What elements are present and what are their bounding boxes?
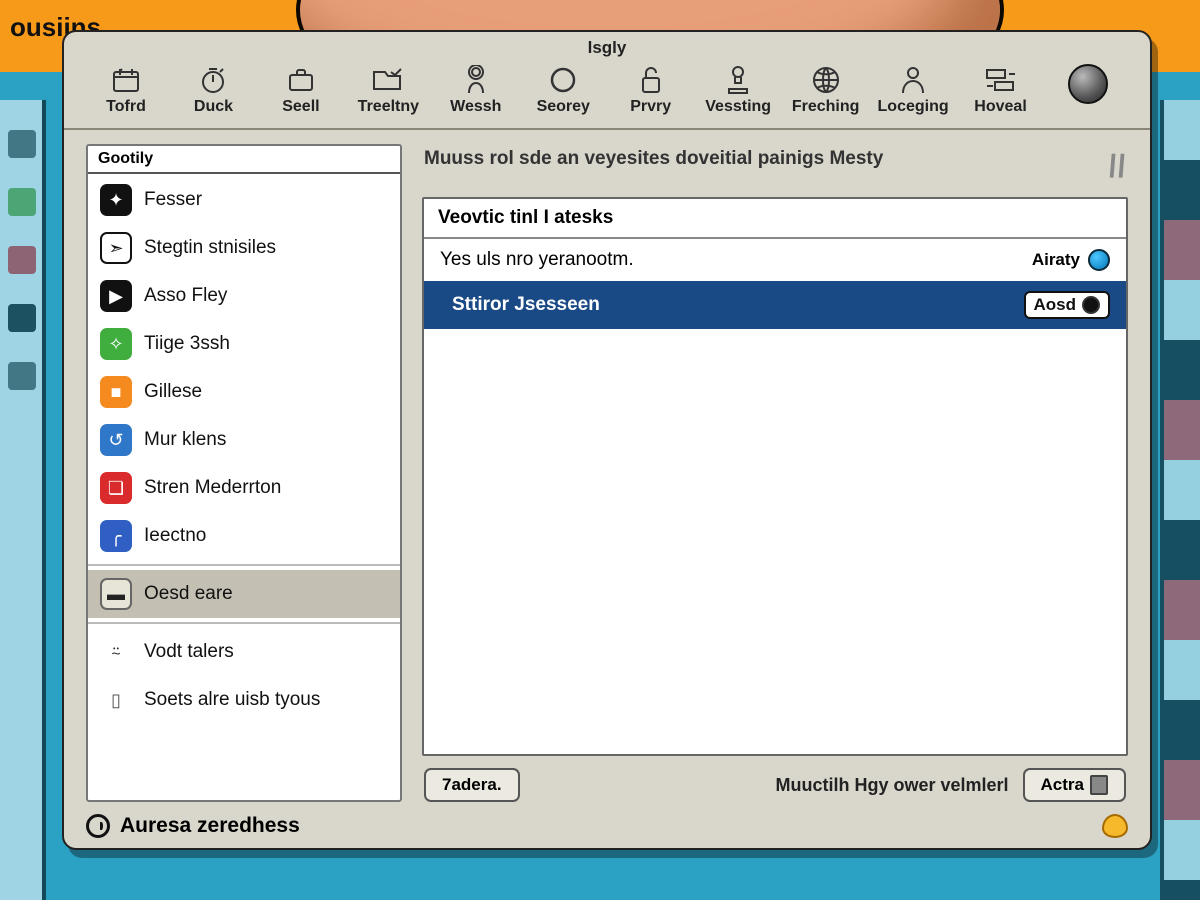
play-icon: ▶ <box>100 280 132 312</box>
toolbar-feelng[interactable]: Freching <box>786 64 866 116</box>
book-icon: ❏ <box>100 472 132 504</box>
chat-icon: ▬ <box>100 578 132 610</box>
folder-check-icon <box>370 64 406 96</box>
badge-dot-icon <box>1082 296 1100 314</box>
layout-icon <box>983 64 1019 96</box>
doc-icon: ▯ <box>100 684 132 716</box>
panel-row[interactable]: Sttiror JsesseenAosd <box>424 281 1126 329</box>
panel-header: Veovtic tinl I atesks <box>424 199 1126 239</box>
circle-icon <box>545 64 581 96</box>
sidebar-item-stren-mederrton[interactable]: ❏Stren Mederrton <box>88 464 400 512</box>
toolbar-seell[interactable]: Seell <box>261 64 341 116</box>
curve-icon: ╭ <box>100 520 132 552</box>
sidebar-item-fesser[interactable]: ✦Fesser <box>88 176 400 224</box>
swirl-icon: ↺ <box>100 424 132 456</box>
toolbar-vessh[interactable]: Wessh <box>436 64 516 116</box>
toolbar-treeltny[interactable]: Treeltny <box>348 64 428 116</box>
footer-left-button[interactable]: 7adera. <box>424 768 520 802</box>
window-title: lsgly <box>64 32 1150 60</box>
footer-right-text: Muuctilh Hgy ower velmlerl <box>775 775 1008 796</box>
footer-right-button[interactable]: Actra <box>1023 768 1126 802</box>
panel-row[interactable]: Yes uls nro yeranootm.Airaty <box>424 239 1126 281</box>
badge-dot-icon <box>1088 249 1110 271</box>
toolbar-looegng[interactable]: Loceging <box>873 64 953 116</box>
toolbar-duck[interactable]: Duck <box>173 64 253 116</box>
toolbar-prvey[interactable]: Prvry <box>611 64 691 116</box>
timer-icon <box>195 64 231 96</box>
lock-icon <box>633 64 669 96</box>
coin-icon <box>1102 814 1128 838</box>
sidebar-header: Gootily <box>88 146 400 174</box>
sidebar-item-stegtin-stnisiles[interactable]: ➣Stegtin stnisiles <box>88 224 400 272</box>
sidebar-item-soets-alre-uisb-tyous[interactable]: ▯Soets alre uisb tyous <box>88 676 400 724</box>
sidebar-item-oesd-eare[interactable]: ▬Oesd eare <box>88 570 400 618</box>
toolbar-vesstng[interactable]: Vessting <box>698 64 778 116</box>
sidebar-item-ieectno[interactable]: ╭Ieectno <box>88 512 400 560</box>
users-icon: ⍨ <box>100 636 132 668</box>
sidebar-item-gillese[interactable]: ■Gillese <box>88 368 400 416</box>
content-panel: Veovtic tinl I atesks Yes uls nro yerano… <box>422 197 1128 756</box>
sidebar: Gootily ✦Fesser➣Stegtin stnisiles▶Asso F… <box>86 144 402 802</box>
person-ring-icon <box>458 64 494 96</box>
target-orb-icon <box>1068 64 1108 104</box>
toolbar: TofrdDuckSeellTreeltnyWesshSeoreyPrvryVe… <box>64 60 1150 130</box>
square-icon: ■ <box>100 376 132 408</box>
row-badge: Aosd <box>1024 291 1111 319</box>
sidebar-item-mur-klens[interactable]: ↺Mur klens <box>88 416 400 464</box>
disk-icon <box>1090 775 1108 795</box>
toolbar-tofrd[interactable]: Tofrd <box>86 64 166 116</box>
decoration-slash: \\ <box>1103 148 1131 185</box>
compass-icon: ➣ <box>100 232 132 264</box>
nav-icon: ✧ <box>100 328 132 360</box>
main-pane: Muuss rol sde an veyesites doveitial pai… <box>422 144 1128 802</box>
sidebar-list: ✦Fesser➣Stegtin stnisiles▶Asso Fley✧Tiig… <box>88 174 400 800</box>
preferences-window: lsgly TofrdDuckSeellTreeltnyWesshSeoreyP… <box>62 30 1152 850</box>
sidebar-item-asso-fley[interactable]: ▶Asso Fley <box>88 272 400 320</box>
briefcase-icon <box>283 64 319 96</box>
globe-icon <box>808 64 844 96</box>
status-bar: Auresa zeredhess <box>64 802 1150 848</box>
status-text: Auresa zeredhess <box>120 814 300 838</box>
stamp-icon <box>720 64 756 96</box>
app-logo-icon <box>86 814 110 838</box>
star-icon: ✦ <box>100 184 132 216</box>
toolbar-target[interactable] <box>1048 64 1128 116</box>
calendar-icon <box>108 64 144 96</box>
toolbar-hoveal[interactable]: Hoveal <box>961 64 1041 116</box>
main-description: Muuss rol sde an veyesites doveitial pai… <box>424 148 883 185</box>
sidebar-item-tiige-3ssh[interactable]: ✧Tiige 3ssh <box>88 320 400 368</box>
person-icon <box>895 64 931 96</box>
toolbar-seorey[interactable]: Seorey <box>523 64 603 116</box>
sidebar-item-vodt-talers[interactable]: ⍨Vodt talers <box>88 628 400 676</box>
row-badge: Airaty <box>1032 249 1110 271</box>
